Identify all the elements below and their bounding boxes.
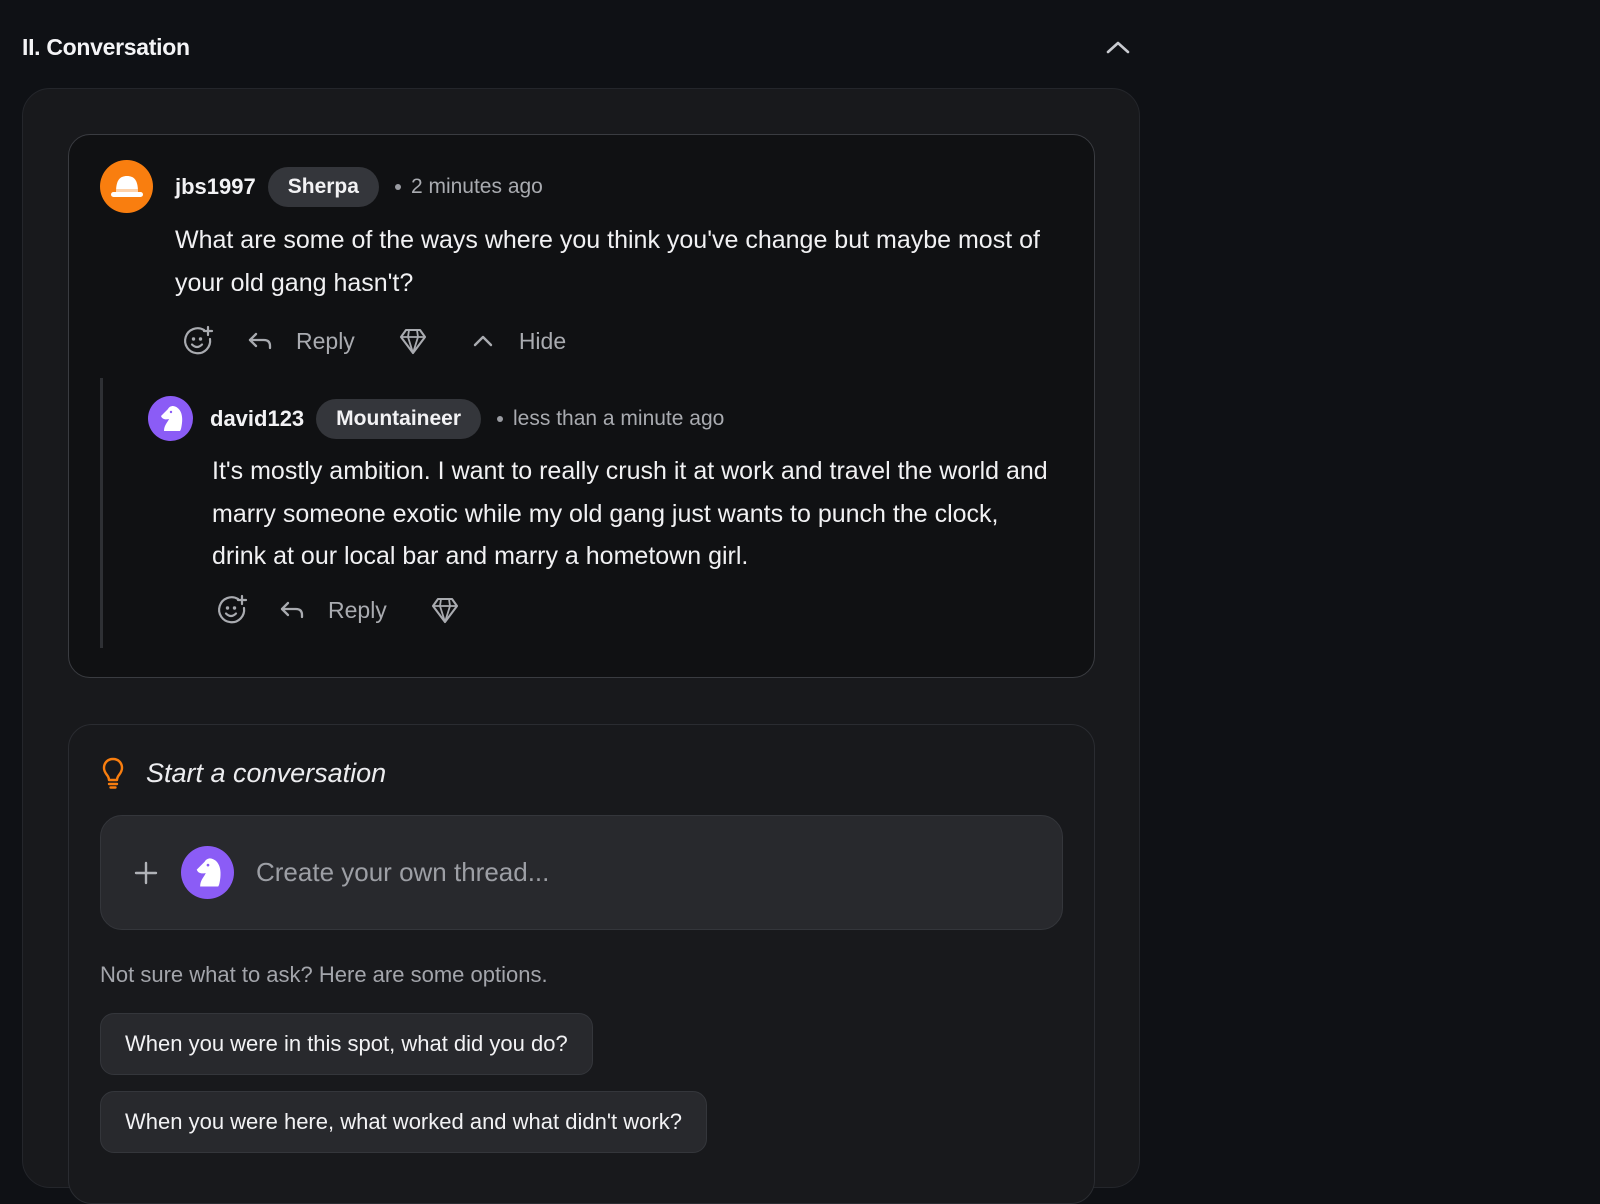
lightbulb-icon (102, 757, 124, 789)
add-reaction-icon (218, 594, 248, 624)
comment-actions: Reply Hide (182, 325, 566, 357)
award-button[interactable] (399, 326, 427, 356)
add-reaction-button[interactable] (182, 325, 214, 357)
avatar (181, 846, 234, 899)
username[interactable]: david123 (210, 406, 304, 432)
role-badge: Sherpa (267, 166, 379, 207)
avatar[interactable] (100, 160, 153, 213)
plus-icon (134, 861, 158, 884)
reply-actions: Reply (216, 594, 459, 626)
reply-arrow-icon (248, 332, 272, 350)
award-button[interactable] (431, 595, 459, 625)
chevron-up-icon (1106, 41, 1130, 54)
separator-dot (394, 183, 401, 190)
suggestion-chip[interactable]: When you were here, what worked and what… (100, 1091, 707, 1153)
reply-body: It's mostly ambition. I want to really c… (212, 457, 1048, 570)
start-conversation-title: Start a conversation (100, 756, 386, 790)
timestamp: 2 minutes ago (410, 174, 543, 198)
reply-thread-line (100, 378, 103, 648)
avatar[interactable] (148, 396, 193, 441)
knight-icon (196, 857, 221, 886)
suggestion-hint: Not sure what to ask? Here are some opti… (100, 962, 548, 987)
add-reaction-button[interactable] (216, 594, 248, 626)
section-header: II. Conversation (22, 28, 1142, 66)
section-title: II. Conversation (22, 33, 190, 60)
hide-button[interactable]: Hide (471, 328, 566, 355)
hide-label: Hide (518, 327, 567, 354)
hat-icon (110, 175, 143, 197)
username[interactable]: jbs1997 (175, 174, 256, 200)
reply-arrow-icon (280, 601, 304, 619)
comment-header: jbs1997 Sherpa 2 minutes ago (100, 160, 543, 213)
separator-dot (497, 415, 504, 422)
start-title-text: Start a conversation (146, 757, 387, 788)
create-thread-input[interactable]: Create your own thread... (100, 815, 1063, 930)
reply-label: Reply (296, 327, 355, 354)
role-badge: Mountaineer (316, 398, 482, 439)
thread-input-placeholder: Create your own thread... (256, 857, 550, 887)
reply-header: david123 Mountaineer less than a minute … (148, 396, 724, 441)
reply-button[interactable]: Reply (278, 597, 387, 624)
chevron-up-icon (473, 335, 493, 347)
diamond-icon (431, 597, 458, 624)
add-attachment-button[interactable] (133, 860, 159, 886)
knight-icon (160, 405, 182, 431)
reply-label: Reply (328, 596, 387, 623)
suggestion-chip[interactable]: When you were in this spot, what did you… (100, 1013, 593, 1075)
comment-body: What are some of the ways where you thin… (175, 226, 1040, 297)
reply-button[interactable]: Reply (246, 328, 355, 355)
add-reaction-icon (184, 325, 214, 355)
diamond-icon (399, 328, 426, 355)
timestamp: less than a minute ago (513, 406, 725, 430)
collapse-button[interactable] (1102, 31, 1134, 63)
